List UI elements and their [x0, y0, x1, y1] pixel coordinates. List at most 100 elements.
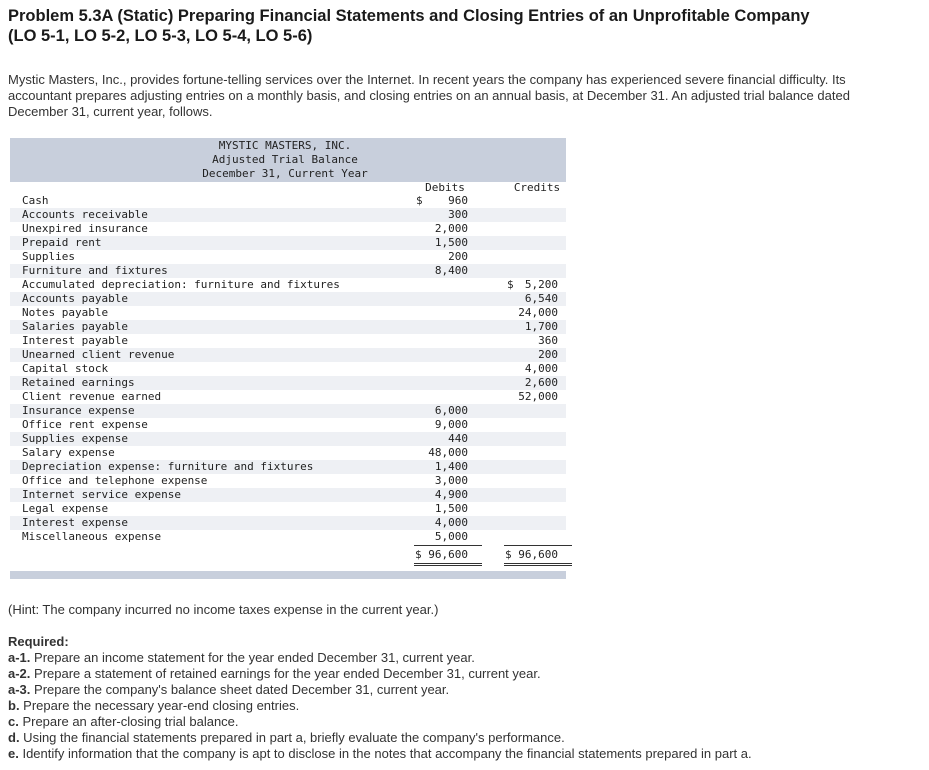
- account-name: Salary expense: [22, 446, 115, 459]
- table-row: Capital stock 4,000: [10, 362, 566, 376]
- requirement-label: e.: [8, 746, 19, 761]
- credits-double-rule-2: [504, 565, 572, 566]
- account-name: Legal expense: [22, 502, 109, 515]
- totals-row: $ 96,600 $ 96,600: [10, 548, 566, 562]
- requirement-item: e. Identify information that the company…: [8, 746, 918, 762]
- credits-double-rule-1: [504, 563, 572, 564]
- problem-title: Problem 5.3A (Static) Preparing Financia…: [8, 6, 908, 46]
- table-row: Office rent expense 9,000: [10, 418, 566, 432]
- requirement-text: Using the financial statements prepared …: [19, 730, 565, 745]
- requirement-label: a-1.: [8, 650, 31, 665]
- table-footer-band: [10, 571, 566, 579]
- requirement-text: Prepare a statement of retained earnings…: [30, 666, 541, 681]
- debit-amount: 9,000: [434, 418, 468, 431]
- debit-amount: 3,000: [434, 474, 468, 487]
- account-name: Cash: [22, 194, 49, 207]
- title-line-2: (LO 5-1, LO 5-2, LO 5-3, LO 5-4, LO 5-6): [8, 27, 313, 45]
- debit-amount: 8,400: [434, 264, 468, 277]
- credit-amount: 52,000: [518, 390, 558, 403]
- hint-text: (Hint: The company incurred no income ta…: [8, 602, 439, 617]
- table-header-band: MYSTIC MASTERS, INC. Adjusted Trial Bala…: [10, 138, 566, 182]
- company-name: MYSTIC MASTERS, INC.: [218, 139, 352, 152]
- account-name: Office and telephone expense: [22, 474, 208, 487]
- account-name: Notes payable: [22, 306, 109, 319]
- account-name: Accumulated depreciation: furniture and …: [22, 278, 340, 291]
- account-name: Capital stock: [22, 362, 109, 375]
- table-row: Unearned client revenue 200: [10, 348, 566, 362]
- debit-amount: 440: [448, 432, 468, 445]
- table-row: Interest expense 4,000: [10, 516, 566, 530]
- table-row: Client revenue earned 52,000: [10, 390, 566, 404]
- table-row: Accumulated depreciation: furniture and …: [10, 278, 566, 292]
- total-credits: $ 96,600: [505, 548, 558, 561]
- debits-double-rule-2: [414, 565, 482, 566]
- requirements-section: Required: a-1. Prepare an income stateme…: [8, 634, 918, 762]
- credit-amount: 200: [538, 348, 558, 361]
- debit-amount: 2,000: [434, 222, 468, 235]
- account-name: Unexpired insurance: [22, 222, 148, 235]
- report-date: December 31, Current Year: [202, 167, 368, 180]
- credit-amount: 6,540: [524, 292, 558, 305]
- account-name: Office rent expense: [22, 418, 148, 431]
- account-name: Supplies expense: [22, 432, 128, 445]
- requirement-text: Prepare an after-closing trial balance.: [18, 714, 239, 729]
- requirement-label: c.: [8, 714, 19, 729]
- account-name: Miscellaneous expense: [22, 530, 162, 543]
- debit-amount: 300: [448, 208, 468, 221]
- requirement-label: a-3.: [8, 682, 31, 697]
- table-row: Furniture and fixtures 8,400: [10, 264, 566, 278]
- debit-amount: 4,000: [434, 516, 468, 529]
- credit-amount: 2,600: [524, 376, 558, 389]
- credit-amount: 4,000: [524, 362, 558, 375]
- account-name: Depreciation expense: furniture and fixt…: [22, 460, 314, 473]
- title-line-1: Problem 5.3A (Static) Preparing Financia…: [8, 7, 810, 25]
- table-row: Supplies 200: [10, 250, 566, 264]
- required-label: Required:: [8, 634, 69, 649]
- credit-amount: 360: [538, 334, 558, 347]
- table-row: Miscellaneous expense 5,000: [10, 530, 566, 544]
- table-row: Internet service expense 4,900: [10, 488, 566, 502]
- table-heading: MYSTIC MASTERS, INC. Adjusted Trial Bala…: [150, 138, 420, 181]
- account-name: Furniture and fixtures: [22, 264, 168, 277]
- account-name: Client revenue earned: [22, 390, 162, 403]
- table-row: Prepaid rent 1,500: [10, 236, 566, 250]
- report-name: Adjusted Trial Balance: [212, 153, 358, 166]
- account-name: Prepaid rent: [22, 236, 102, 249]
- debits-column-header: Debits: [425, 181, 465, 194]
- credit-amount: 24,000: [518, 306, 558, 319]
- table-row: Retained earnings 2,600: [10, 376, 566, 390]
- requirement-item: a-2. Prepare a statement of retained ear…: [8, 666, 918, 682]
- trial-balance-rows: Cash $960 Accounts receivable 300 Unexpired …: [10, 194, 566, 544]
- table-row: Depreciation expense: furniture and fixt…: [10, 460, 566, 474]
- table-row: Accounts payable 6,540: [10, 292, 566, 306]
- account-name: Insurance expense: [22, 404, 135, 417]
- table-row: Supplies expense 440: [10, 432, 566, 446]
- requirement-item: a-3. Prepare the company's balance sheet…: [8, 682, 918, 698]
- requirement-label: b.: [8, 698, 20, 713]
- requirement-text: Identify information that the company is…: [18, 746, 752, 761]
- account-name: Supplies: [22, 250, 75, 263]
- account-name: Accounts payable: [22, 292, 128, 305]
- problem-intro: Mystic Masters, Inc., provides fortune-t…: [8, 72, 850, 119]
- requirement-item: c. Prepare an after-closing trial balanc…: [8, 714, 918, 730]
- debit-amount: 200: [448, 250, 468, 263]
- debit-amount: 960: [448, 194, 468, 207]
- debits-double-rule-1: [414, 563, 482, 564]
- credits-column-header: Credits: [513, 181, 561, 194]
- table-row: Office and telephone expense 3,000: [10, 474, 566, 488]
- credit-amount: 5,200: [524, 278, 558, 291]
- requirements-list: a-1. Prepare an income statement for the…: [8, 650, 918, 762]
- account-name: Accounts receivable: [22, 208, 148, 221]
- credit-amount: 1,700: [524, 320, 558, 333]
- debit-amount: 5,000: [434, 530, 468, 543]
- account-name: Unearned client revenue: [22, 348, 175, 361]
- requirement-label: d.: [8, 730, 20, 745]
- account-name: Internet service expense: [22, 488, 181, 501]
- table-row: Unexpired insurance 2,000: [10, 222, 566, 236]
- account-name: Salaries payable: [22, 320, 128, 333]
- adjusted-trial-balance-table: MYSTIC MASTERS, INC. Adjusted Trial Bala…: [10, 138, 572, 579]
- table-row: Notes payable 24,000: [10, 306, 566, 320]
- debit-amount: 1,500: [434, 502, 468, 515]
- table-row: Interest payable 360: [10, 334, 566, 348]
- table-row: Legal expense 1,500: [10, 502, 566, 516]
